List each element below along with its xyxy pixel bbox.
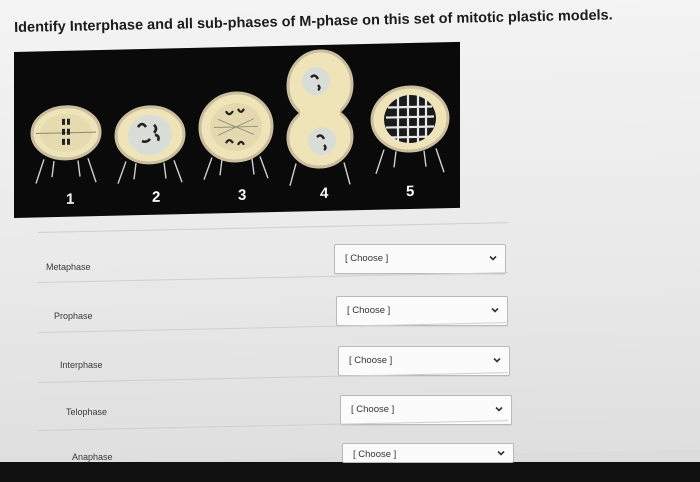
match-select-anaphase[interactable]: [ Choose ] (342, 443, 514, 463)
select-value: [ Choose ] (345, 253, 389, 264)
match-select-interphase[interactable]: [ Choose ] (338, 346, 510, 376)
model-label-2: 2 (152, 188, 161, 206)
match-select-metaphase[interactable]: [ Choose ] (334, 244, 506, 274)
model-2 (114, 105, 186, 184)
match-term-telophase: Telophase (66, 407, 108, 417)
select-value: [ Choose ] (349, 355, 393, 366)
model-4 (286, 49, 354, 186)
model-1 (30, 105, 102, 184)
model-5 (370, 85, 450, 174)
chevron-down-icon (497, 450, 505, 456)
model-3 (198, 91, 274, 180)
model-label-5: 5 (406, 182, 415, 201)
chevron-down-icon (491, 307, 499, 313)
model-label-3: 3 (238, 186, 247, 204)
select-value: [ Choose ] (353, 449, 397, 460)
select-value: [ Choose ] (347, 305, 391, 316)
chevron-down-icon (495, 406, 503, 412)
models-illustration (30, 49, 450, 186)
match-term-metaphase: Metaphase (46, 262, 91, 272)
match-term-prophase: Prophase (54, 311, 93, 321)
model-label-4: 4 (320, 184, 329, 203)
match-select-prophase[interactable]: [ Choose ] (336, 296, 508, 326)
match-term-anaphase: Anaphase (72, 452, 113, 462)
mitosis-models-photo: 1 2 3 4 5 (14, 41, 460, 218)
model-label-1: 1 (66, 190, 75, 208)
chevron-down-icon (493, 357, 501, 363)
chevron-down-icon (489, 255, 497, 261)
select-value: [ Choose ] (351, 404, 395, 415)
match-term-interphase: Interphase (60, 360, 103, 370)
